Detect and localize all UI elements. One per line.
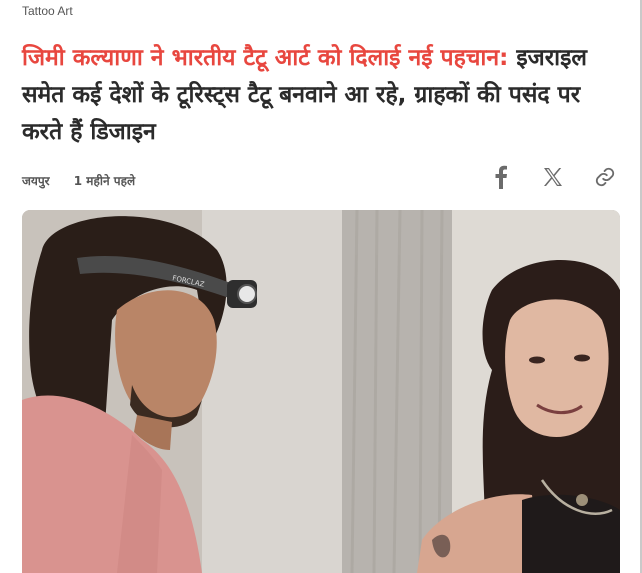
article-photo[interactable]: FORCLAZ — [22, 210, 620, 573]
facebook-icon[interactable] — [488, 164, 514, 190]
article-meta: जयपुर 1 महीने पहले — [22, 172, 135, 189]
share-bar — [488, 164, 618, 190]
x-icon[interactable] — [540, 164, 566, 190]
timestamp-label: 1 महीने पहले — [73, 174, 136, 188]
article-headline: जिमी कल्याणा ने भारतीय टैटू आर्ट को दिला… — [22, 40, 622, 151]
link-icon[interactable] — [592, 164, 618, 190]
headline-highlight: जिमी कल्याणा ने भारतीय टैटू आर्ट को दिला… — [22, 45, 509, 71]
category-label[interactable]: Tattoo Art — [22, 4, 73, 18]
location-label: जयपुर — [22, 174, 50, 188]
